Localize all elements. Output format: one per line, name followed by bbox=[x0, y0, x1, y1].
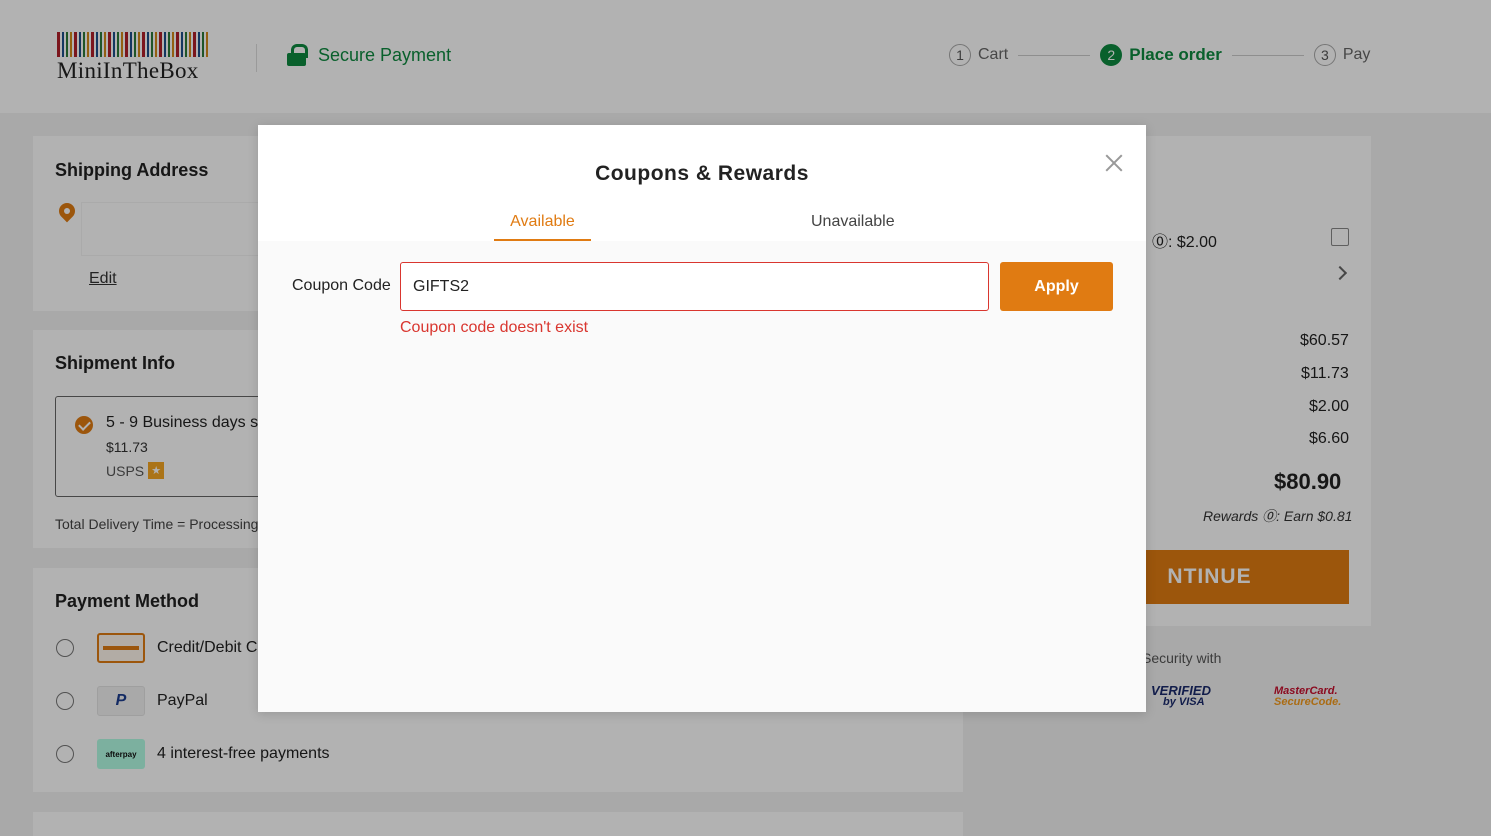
modal-title: Coupons & Rewards bbox=[595, 162, 809, 185]
coupon-error-message: Coupon code doesn't exist bbox=[400, 319, 589, 336]
tab-available[interactable]: Available bbox=[494, 213, 591, 241]
coupons-modal: Coupons & Rewards Available Unavailable … bbox=[258, 125, 1146, 712]
apply-button[interactable]: Apply bbox=[1000, 262, 1113, 311]
coupon-code-label: Coupon Code bbox=[292, 277, 391, 294]
modal-header: Coupons & Rewards Available Unavailable bbox=[258, 125, 1146, 241]
coupon-code-input[interactable] bbox=[400, 262, 989, 311]
close-icon[interactable] bbox=[1103, 152, 1125, 174]
tab-unavailable[interactable]: Unavailable bbox=[811, 213, 895, 231]
